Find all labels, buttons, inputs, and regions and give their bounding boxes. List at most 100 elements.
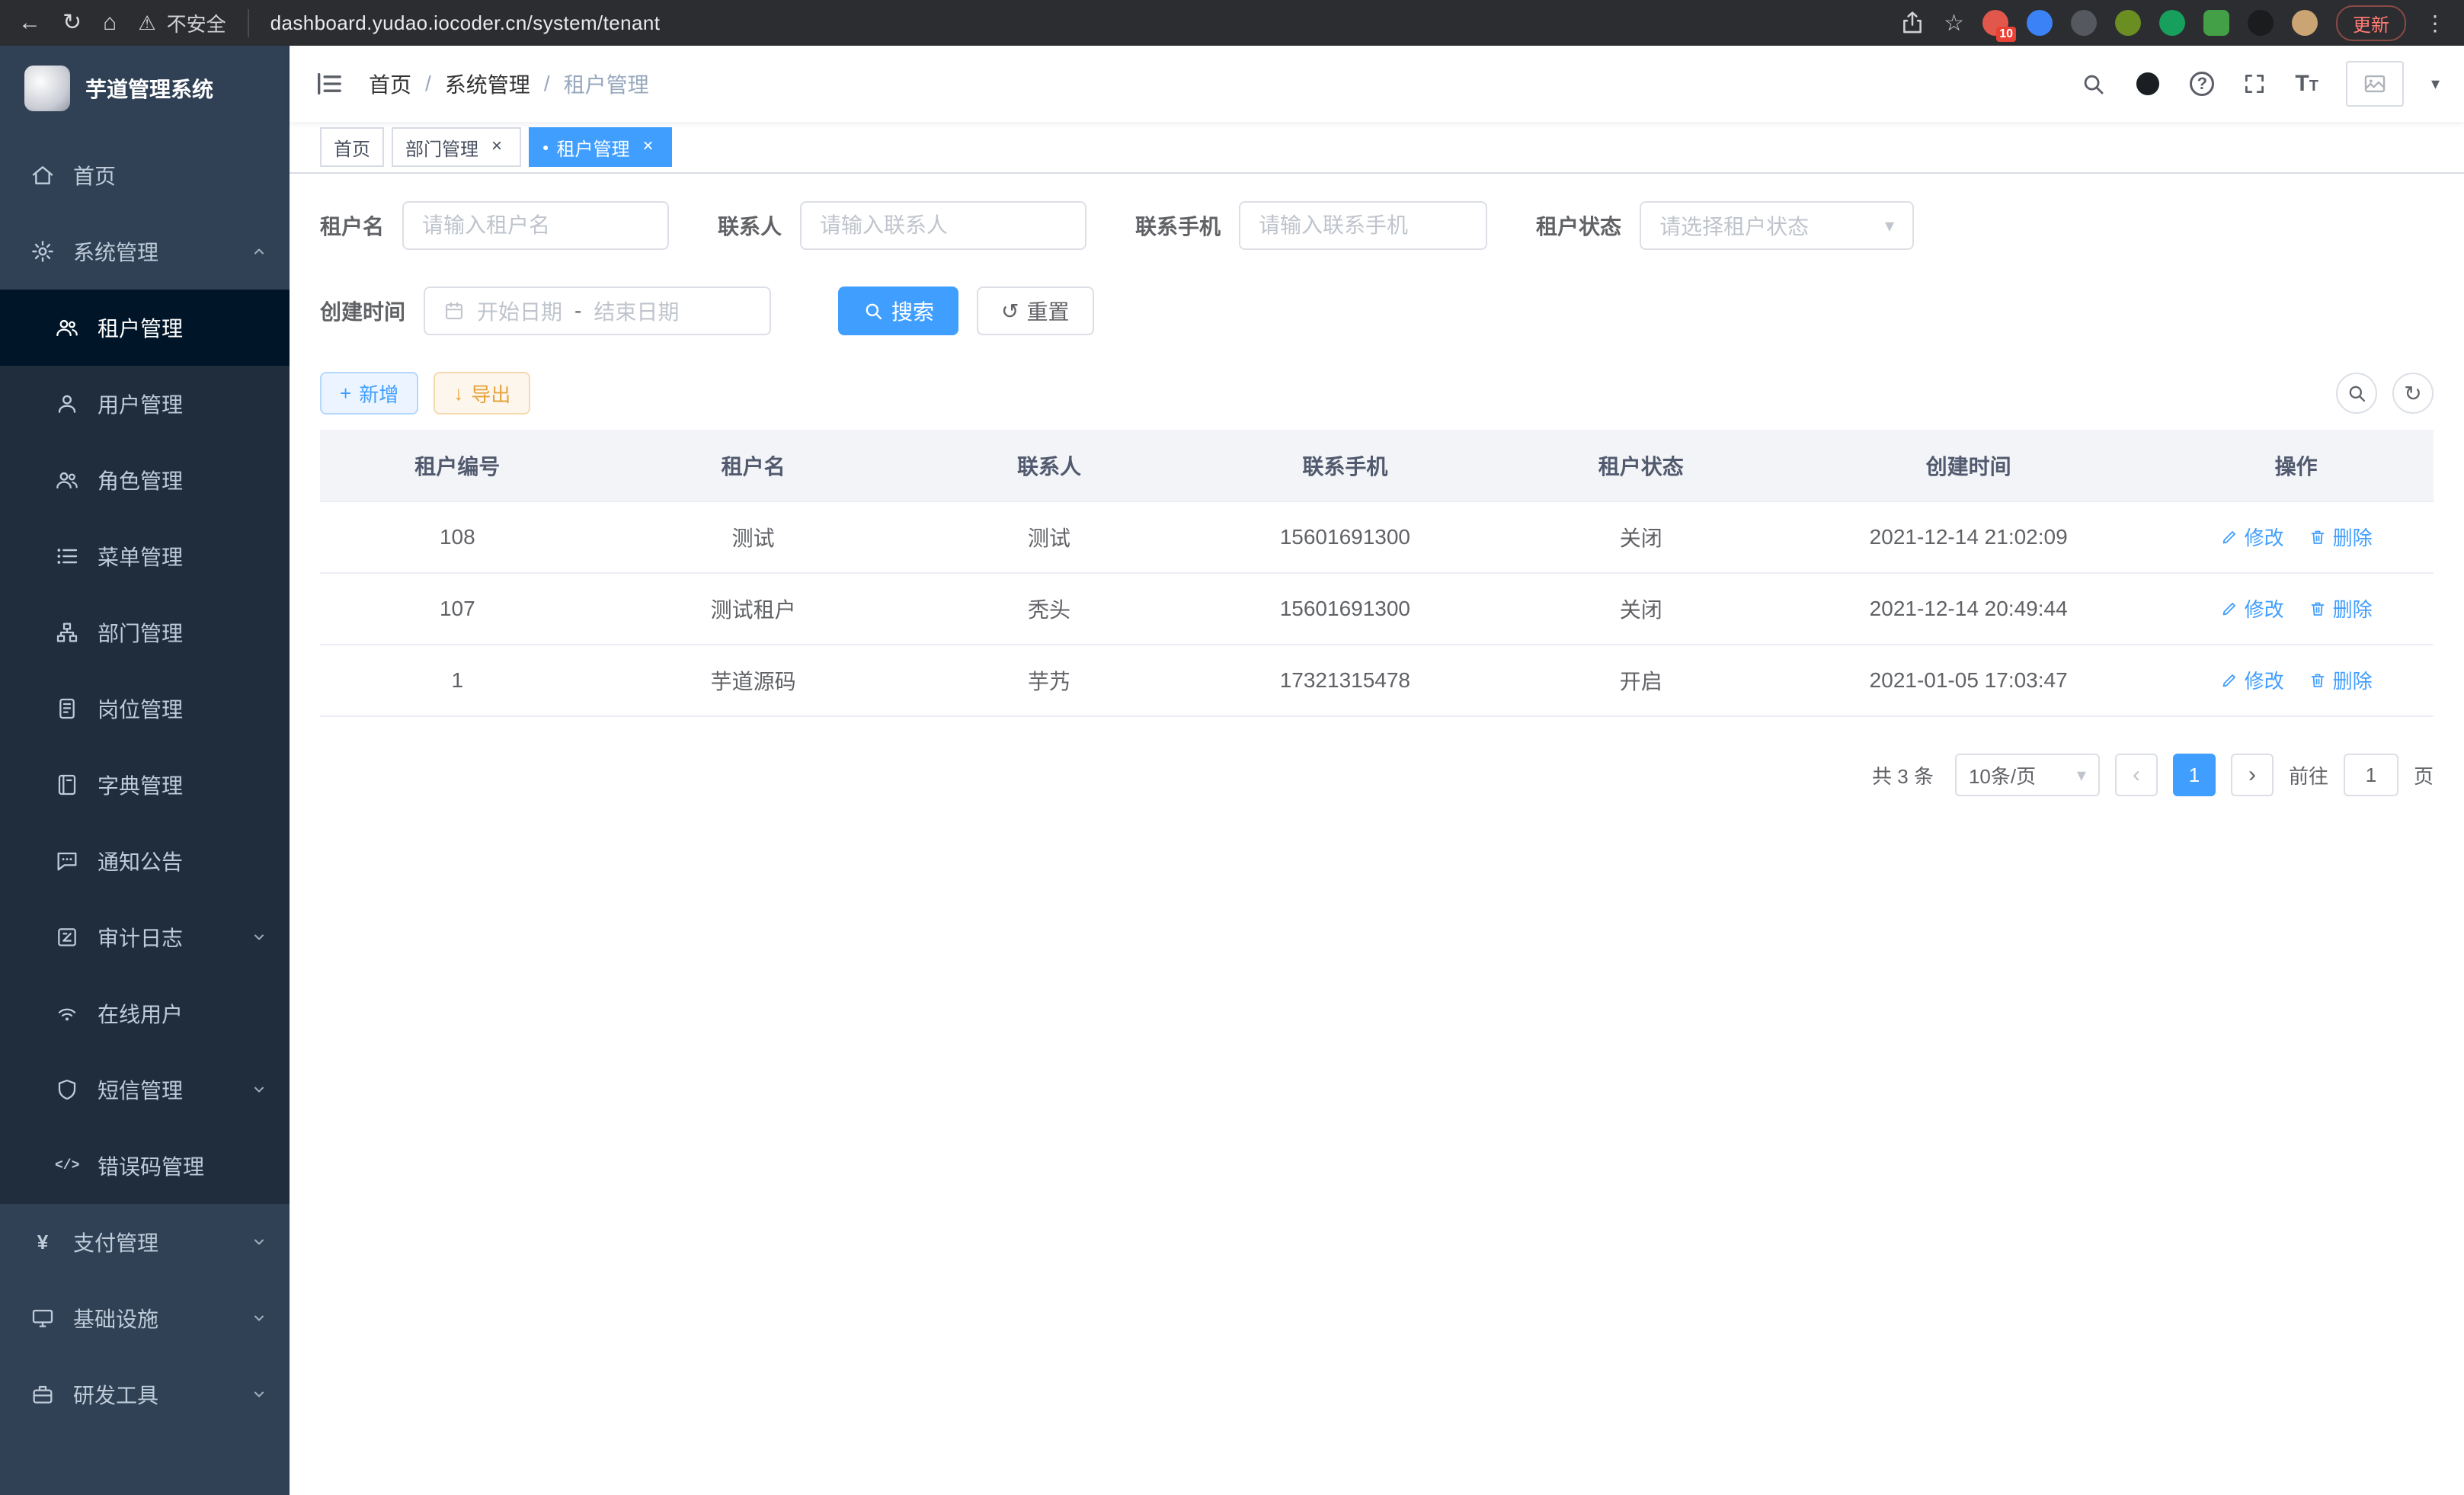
jump-prefix: 前往 <box>2289 761 2328 789</box>
tab-tenant-management[interactable]: ● 租户管理 × <box>529 127 672 167</box>
dictionary-icon <box>55 773 79 797</box>
gear-icon <box>30 239 55 264</box>
page-size-select[interactable]: 10条/页 ▾ <box>1955 754 2100 796</box>
export-button[interactable]: ↓ 导出 <box>434 372 530 415</box>
tab-home[interactable]: 首页 <box>320 127 384 167</box>
tenant-name-input[interactable] <box>402 201 669 250</box>
github-icon[interactable] <box>2133 69 2162 98</box>
cell-contact: 秃头 <box>912 573 1187 645</box>
sidebar-item-dev-tools[interactable]: 研发工具 <box>0 1356 290 1433</box>
sidebar-logo[interactable]: 芋道管理系统 <box>0 46 290 131</box>
breadcrumb-system[interactable]: 系统管理 <box>445 69 530 99</box>
contact-input[interactable] <box>800 201 1086 250</box>
cell-tenant-name: 芋道源码 <box>595 645 912 716</box>
sidebar: 芋道管理系统 首页 系统管理 租户管理 用户管理 角色管理 <box>0 46 290 1495</box>
menu-list-icon <box>55 544 79 568</box>
start-date-placeholder: 开始日期 <box>477 296 562 326</box>
table-toolbar: + 新增 ↓ 导出 ↻ <box>320 372 2434 415</box>
browser-menu-icon[interactable]: ⋮ <box>2424 11 2446 36</box>
browser-home-button[interactable]: ⌂ <box>103 11 117 34</box>
sidebar-item-sms-management[interactable]: 短信管理 <box>0 1052 290 1128</box>
extension-icon-6[interactable] <box>2203 10 2229 36</box>
sidebar-item-error-code[interactable]: </> 错误码管理 <box>0 1128 290 1204</box>
tab-dept-management[interactable]: 部门管理 × <box>392 127 521 167</box>
table-header: 租户编号 租户名 联系人 联系手机 租户状态 创建时间 操作 <box>320 430 2434 501</box>
sidebar-item-post-management[interactable]: 岗位管理 <box>0 671 290 747</box>
sidebar-item-label: 支付管理 <box>73 1227 158 1257</box>
browser-back-button[interactable]: ← <box>18 11 41 34</box>
row-delete-button[interactable]: 删除 <box>2309 523 2373 551</box>
row-delete-button[interactable]: 删除 <box>2309 594 2373 623</box>
row-edit-button[interactable]: 修改 <box>2220 523 2284 551</box>
jump-page-input[interactable] <box>2344 754 2398 796</box>
sidebar-item-payment[interactable]: ¥ 支付管理 <box>0 1204 290 1280</box>
add-button[interactable]: + 新增 <box>320 372 418 415</box>
monitor-icon <box>30 1306 55 1330</box>
row-edit-button[interactable]: 修改 <box>2220 594 2284 623</box>
fullscreen-icon[interactable] <box>2242 71 2267 97</box>
cell-tenant-id: 108 <box>320 501 595 573</box>
close-icon[interactable]: × <box>637 136 658 158</box>
avatar-caret-down-icon[interactable]: ▾ <box>2431 74 2440 94</box>
trash-icon <box>2309 600 2327 618</box>
extension-icon-2[interactable] <box>2027 10 2053 36</box>
sidebar-fold-icon[interactable] <box>314 69 344 99</box>
extension-icon-4[interactable] <box>2115 10 2141 36</box>
sidebar-item-role-management[interactable]: 角色管理 <box>0 442 290 518</box>
row-delete-button[interactable]: 删除 <box>2309 666 2373 694</box>
date-range-picker[interactable]: 开始日期 - 结束日期 <box>424 287 771 335</box>
sidebar-item-system-management[interactable]: 系统管理 <box>0 213 290 290</box>
breadcrumb: 首页 / 系统管理 / 租户管理 <box>369 69 649 99</box>
toggle-search-button[interactable] <box>2336 373 2377 414</box>
sidebar-item-menu-management[interactable]: 菜单管理 <box>0 518 290 594</box>
user-avatar[interactable] <box>2346 61 2404 107</box>
share-icon[interactable] <box>1899 10 1925 36</box>
site-security-chip[interactable]: ⚠ 不安全 <box>138 9 248 37</box>
sidebar-item-label: 首页 <box>73 160 116 190</box>
sidebar-item-online-users[interactable]: 在线用户 <box>0 975 290 1052</box>
sidebar-item-user-management[interactable]: 用户管理 <box>0 366 290 442</box>
sidebar-item-tenant-management[interactable]: 租户管理 <box>0 290 290 366</box>
trash-icon <box>2309 671 2327 690</box>
help-icon[interactable]: ? <box>2190 72 2214 96</box>
search-button[interactable]: 搜索 <box>838 287 958 335</box>
page-number-1[interactable]: 1 <box>2173 754 2216 796</box>
next-page-button[interactable]: › <box>2231 754 2274 796</box>
extension-icon-7[interactable] <box>2248 10 2274 36</box>
extension-icon-3[interactable] <box>2071 10 2097 36</box>
tenant-status-select[interactable]: 请选择租户状态 ▾ <box>1640 201 1914 250</box>
page-size-value: 10条/页 <box>1969 761 2036 789</box>
sidebar-item-label: 角色管理 <box>98 465 183 495</box>
sidebar-item-audit-log[interactable]: 审计日志 <box>0 899 290 975</box>
extension-icon-1[interactable]: 10 <box>1982 10 2008 36</box>
row-edit-button[interactable]: 修改 <box>2220 666 2284 694</box>
sidebar-item-infrastructure[interactable]: 基础设施 <box>0 1280 290 1356</box>
add-button-label: 新增 <box>359 379 398 408</box>
field-tenant-status: 租户状态 请选择租户状态 ▾ <box>1536 201 1914 250</box>
code-icon: </> <box>55 1158 79 1173</box>
close-icon[interactable]: × <box>486 136 507 158</box>
extension-icon-5[interactable] <box>2159 10 2185 36</box>
breadcrumb-separator: / <box>544 72 550 96</box>
sidebar-item-dict-management[interactable]: 字典管理 <box>0 747 290 823</box>
breadcrumb-home[interactable]: 首页 <box>369 69 411 99</box>
yen-icon: ¥ <box>30 1231 55 1254</box>
contact-phone-input[interactable] <box>1239 201 1487 250</box>
bookmark-star-icon[interactable]: ☆ <box>1944 10 1964 37</box>
chrome-update-button[interactable]: 更新 <box>2336 5 2406 41</box>
browser-reload-button[interactable]: ↻ <box>62 11 82 34</box>
font-size-icon[interactable]: TT <box>2295 71 2318 97</box>
sidebar-item-notice[interactable]: 通知公告 <box>0 823 290 899</box>
table-row: 1 芋道源码 芋艿 17321315478 开启 2021-01-05 17:0… <box>320 645 2434 716</box>
sidebar-item-dept-management[interactable]: 部门管理 <box>0 594 290 671</box>
address-bar-url[interactable]: dashboard.yudao.iocoder.cn/system/tenant <box>270 11 661 35</box>
sidebar-item-home[interactable]: 首页 <box>0 137 290 213</box>
prev-page-button[interactable]: ‹ <box>2115 754 2158 796</box>
cell-phone: 15601691300 <box>1186 501 1503 573</box>
toolbox-icon <box>30 1382 55 1407</box>
search-icon[interactable] <box>2080 71 2106 97</box>
tenant-name-label: 租户名 <box>320 210 384 241</box>
profile-avatar[interactable] <box>2292 10 2318 36</box>
refresh-button[interactable]: ↻ <box>2392 373 2434 414</box>
reset-button[interactable]: ↺ 重置 <box>977 287 1093 335</box>
